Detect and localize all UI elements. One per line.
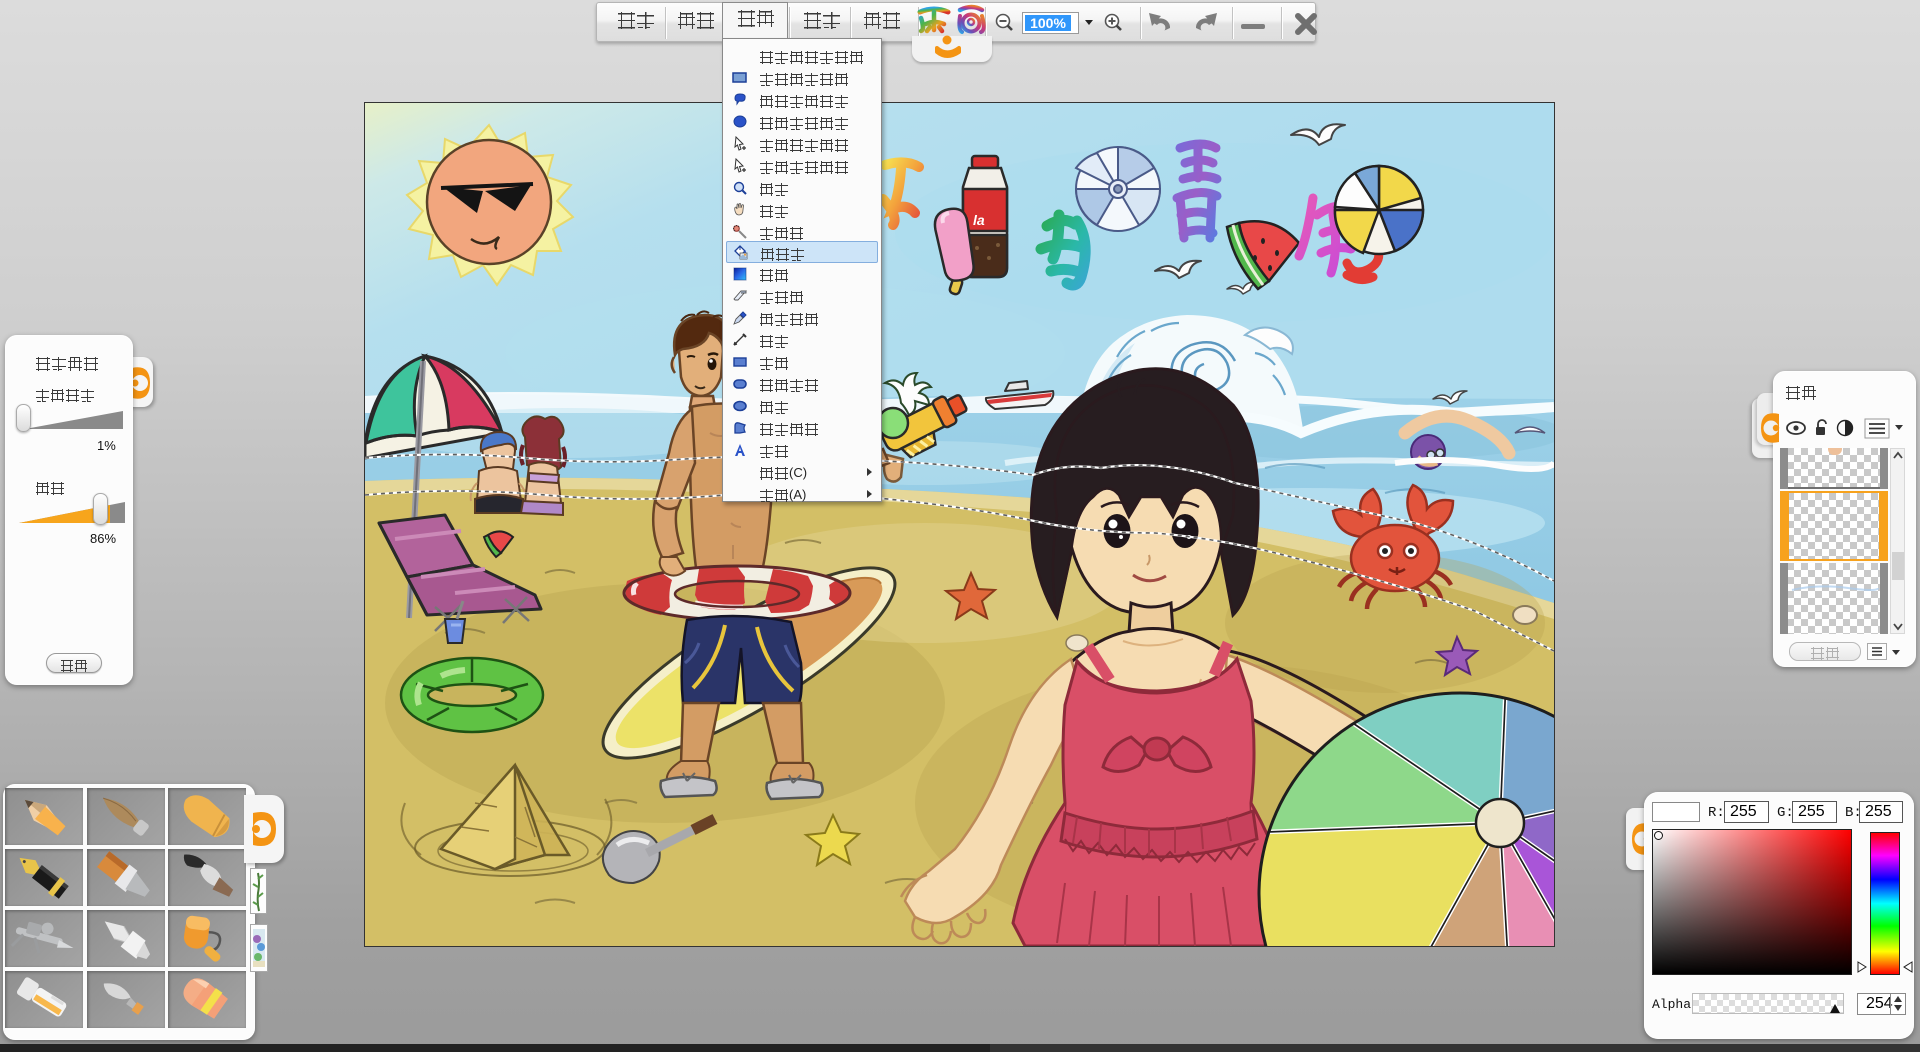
svg-text:la: la <box>973 212 985 228</box>
